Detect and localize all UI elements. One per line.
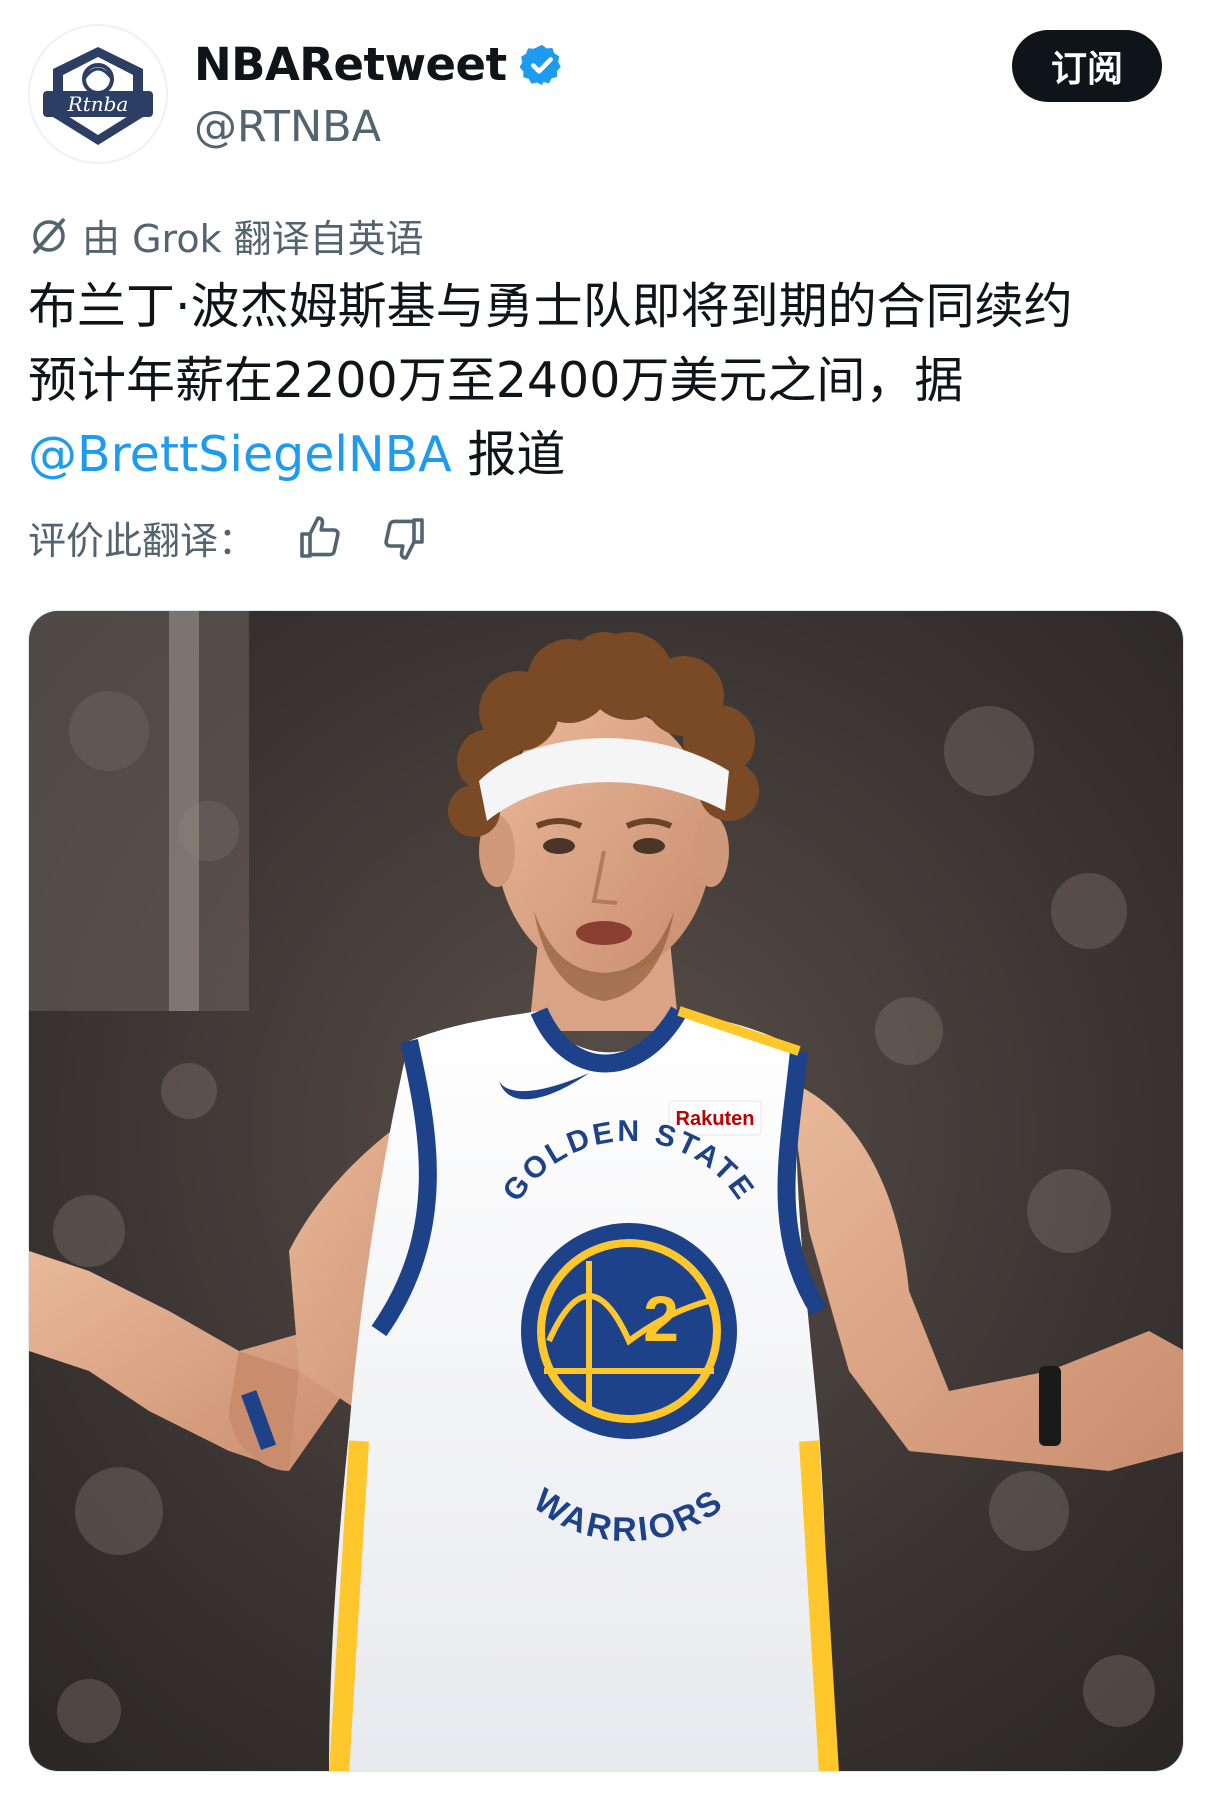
tweet-page: Rtnba NBARetweet @RTNBA 订阅 由 Grok 翻译自英语 … [0,0,1206,1795]
avatar-logo-text: Rtnba [67,92,129,116]
tweet-line-1: 布兰丁·波杰姆斯基与勇士队即将到期的合同续约 [28,278,1073,335]
grok-icon [33,217,65,254]
tweet-line-3: @BrettSiegelNBA 报道 [28,418,1178,492]
player-photo: Rakuten GOLDEN STATE 2 WARRIORS [29,611,1183,1771]
avatar[interactable]: Rtnba [28,24,168,164]
subscribe-button[interactable]: 订阅 [1012,30,1162,102]
display-name-text: NBARetweet [194,38,507,91]
user-handle[interactable]: @RTNBA [194,102,381,152]
jersey-number: 2 [643,1283,679,1355]
rate-translation-row: 评价此翻译： [28,510,428,565]
verified-badge-icon [519,44,561,85]
translation-note[interactable]: 由 Grok 翻译自英语 [28,208,424,263]
tweet-text: 布兰丁·波杰姆斯基与勇士队即将到期的合同续约 预计年薪在2200万至2400万美… [28,270,1178,492]
rate-translation-label: 评价此翻译： [28,519,257,563]
thumbs-up-icon[interactable] [296,514,344,562]
tweet-line-2: 预计年薪在2200万至2400万美元之间，据 [28,352,964,409]
mention-link[interactable]: @BrettSiegelNBA [28,426,452,483]
display-name[interactable]: NBARetweet [194,38,565,91]
rtnba-logo-icon: Rtnba [43,47,153,145]
tweet-media-image[interactable]: Rakuten GOLDEN STATE 2 WARRIORS [28,610,1184,1772]
tweet-line-3-suffix: 报道 [451,426,566,483]
translation-note-text: 由 Grok 翻译自英语 [82,217,424,261]
thumbs-down-icon[interactable] [380,514,428,562]
